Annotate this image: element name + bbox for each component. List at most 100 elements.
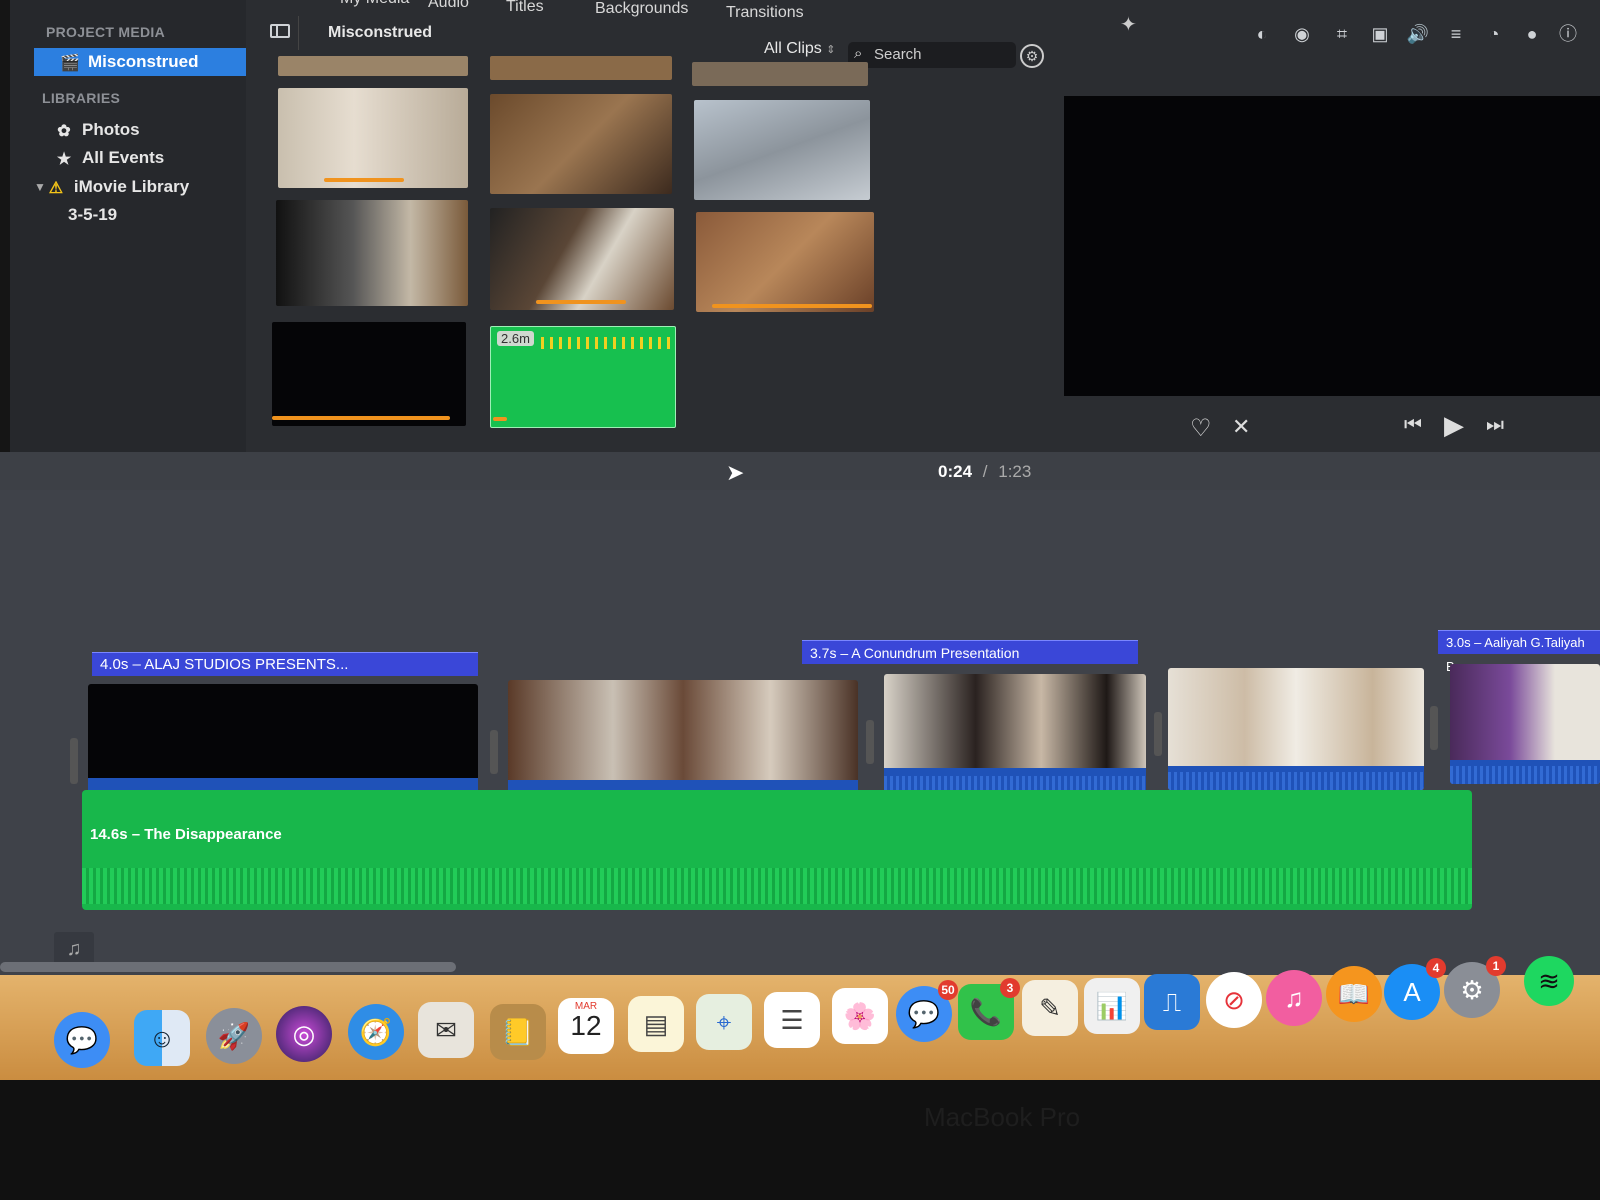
timeline-gap-handle[interactable]	[70, 738, 78, 784]
messages-icon[interactable]: 💬 50	[896, 980, 958, 1042]
search-input[interactable]: ⌕ Search	[848, 42, 1016, 68]
color-balance-icon[interactable]: ◐	[1250, 22, 1274, 46]
chevron-updown-icon: ⇕	[826, 44, 836, 56]
sidebar-item-label: 3-5-19	[68, 205, 118, 224]
media-thumbnail[interactable]	[490, 56, 672, 80]
skip-forward-icon[interactable]: ⏭	[1486, 414, 1504, 437]
tab-audio[interactable]: Audio	[428, 0, 469, 12]
maps-icon[interactable]: ⌖	[696, 994, 752, 1050]
spotify-icon[interactable]: ≋	[1524, 956, 1574, 1006]
keynote-icon[interactable]: ⎍	[1144, 974, 1200, 1030]
sidebar-toggle-icon	[270, 24, 290, 38]
messages-continuity-icon[interactable]: 💬	[54, 1012, 110, 1068]
mail-icon[interactable]: ✉	[418, 1002, 474, 1058]
time-separator: /	[982, 462, 988, 481]
media-thumbnail[interactable]	[490, 94, 672, 194]
sidebar: PROJECT MEDIA 🎬 Misconstrued LIBRARIES ✿…	[10, 0, 254, 460]
tab-transitions[interactable]: Transitions	[726, 4, 804, 22]
notes-icon[interactable]: ▤	[628, 996, 684, 1052]
timeline-gap-handle[interactable]	[490, 730, 498, 774]
info-icon[interactable]: ⓘ	[1556, 22, 1580, 46]
play-icon[interactable]: ▶	[1444, 410, 1464, 441]
clip-filter-label: All Clips	[764, 40, 822, 57]
facetime-icon[interactable]: 📞 3	[958, 978, 1020, 1040]
skip-back-icon[interactable]: ⏮	[1404, 414, 1422, 437]
calendar-icon[interactable]: MAR 12	[558, 998, 614, 1054]
app-store-icon[interactable]: A4	[1384, 958, 1446, 1020]
timeline-gap-handle[interactable]	[866, 720, 874, 764]
sidebar-item-label: iMovie Library	[73, 177, 190, 196]
toggle-sidebar-button[interactable]	[258, 16, 299, 50]
speed-icon[interactable]: ◔	[1482, 22, 1506, 46]
title-clip[interactable]: 4.0s – ALAJ STUDIOS PRESENTS...	[92, 652, 478, 676]
video-clip[interactable]	[884, 674, 1146, 794]
safari-icon[interactable]: 🧭	[348, 1004, 404, 1060]
current-time: 0:24	[938, 462, 973, 481]
laptop-bezel: MacBook Pro	[0, 1080, 1600, 1200]
sidebar-item-label: Misconstrued	[88, 52, 199, 71]
sidebar-item-label: Photos	[82, 120, 140, 139]
media-thumbnail[interactable]	[692, 62, 868, 86]
music-app-icon[interactable]: ♫	[1266, 970, 1322, 1026]
pages-icon[interactable]: ✎	[1022, 980, 1078, 1036]
sidebar-item-project[interactable]: 🎬 Misconstrued	[34, 48, 254, 76]
sidebar-item-photos[interactable]: ✿ Photos	[10, 116, 250, 144]
sidebar-item-all-events[interactable]: ★ All Events	[10, 144, 250, 172]
books-icon[interactable]: 📖	[1326, 966, 1382, 1022]
media-thumbnail[interactable]	[278, 56, 468, 76]
project-media-header: PROJECT MEDIA	[46, 24, 166, 40]
bezel-label: MacBook Pro	[924, 1102, 1081, 1132]
libraries-header: LIBRARIES	[42, 90, 121, 106]
music-note-icon[interactable]: ♫	[54, 932, 94, 966]
finder-icon[interactable]: ☺	[134, 1010, 190, 1066]
siri-icon[interactable]: ◎	[276, 1006, 332, 1062]
news-icon[interactable]: ⊘	[1206, 972, 1262, 1028]
sidebar-item-imovie-library[interactable]: ▼ ⚠ iMovie Library	[10, 173, 250, 201]
tab-titles[interactable]: Titles	[506, 0, 544, 16]
sidebar-item-event[interactable]: 3-5-19	[10, 201, 250, 229]
magic-wand-icon[interactable]: ✦	[1120, 12, 1137, 37]
media-thumbnail[interactable]	[490, 208, 674, 310]
title-clip[interactable]: 3.7s – A Conundrum Presentation	[802, 640, 1138, 664]
photos-app-icon[interactable]: 🌸	[832, 988, 888, 1044]
launchpad-icon[interactable]: 🚀	[206, 1008, 262, 1064]
media-thumbnail[interactable]	[272, 322, 466, 426]
video-clip[interactable]	[1168, 668, 1424, 790]
disclosure-triangle-icon[interactable]: ▼	[34, 180, 46, 194]
color-palette-icon[interactable]: ◉	[1290, 22, 1314, 46]
music-clip[interactable]: 14.6s – The Disappearance	[82, 790, 1472, 910]
clip-duration-badge: 2.6m	[497, 331, 534, 346]
audio-clip-thumbnail[interactable]: 2.6m	[490, 326, 676, 428]
gear-icon[interactable]: ⚙	[1020, 44, 1044, 68]
equalizer-icon[interactable]: ≡	[1444, 22, 1468, 46]
tab-my-media[interactable]: My Media	[340, 0, 409, 8]
media-thumbnail[interactable]	[276, 200, 468, 306]
timecode-display: 0:24 / 1:23	[938, 462, 1031, 482]
reminders-icon[interactable]: ☰	[764, 992, 820, 1048]
notification-badge: 50	[938, 980, 958, 1000]
crop-icon[interactable]: ⌗	[1330, 22, 1354, 46]
timeline-toolbar	[0, 452, 1600, 492]
clip-filter-select[interactable]: All Clips ⇕	[764, 40, 835, 58]
contacts-icon[interactable]: 📒	[490, 1004, 546, 1060]
timeline-gap-handle[interactable]	[1430, 706, 1438, 750]
media-thumbnail[interactable]	[694, 100, 870, 200]
volume-icon[interactable]: 🔊	[1406, 22, 1430, 46]
stabilization-icon[interactable]: ▣	[1368, 22, 1392, 46]
filter-icon[interactable]: ●	[1520, 22, 1544, 46]
timeline-scrollbar[interactable]	[0, 962, 456, 972]
favorite-heart-icon[interactable]: ♡	[1190, 414, 1212, 443]
title-clip[interactable]: 3.0s – Aaliyah G.Taliyah B.	[1438, 630, 1600, 674]
search-icon: ⌕	[854, 45, 863, 62]
video-clip[interactable]	[1450, 664, 1600, 784]
media-thumbnail[interactable]	[278, 88, 468, 188]
timeline-gap-handle[interactable]	[1154, 712, 1162, 756]
browser-title: Misconstrued	[328, 24, 433, 41]
video-viewer[interactable]	[1064, 96, 1600, 396]
numbers-icon[interactable]: 📊	[1084, 978, 1140, 1034]
media-thumbnail[interactable]	[696, 212, 874, 312]
reject-icon[interactable]: ✕	[1232, 414, 1250, 440]
tab-backgrounds[interactable]: Backgrounds	[595, 0, 688, 18]
notification-badge: 1	[1486, 956, 1506, 976]
system-preferences-icon[interactable]: ⚙ 1	[1444, 956, 1506, 1018]
